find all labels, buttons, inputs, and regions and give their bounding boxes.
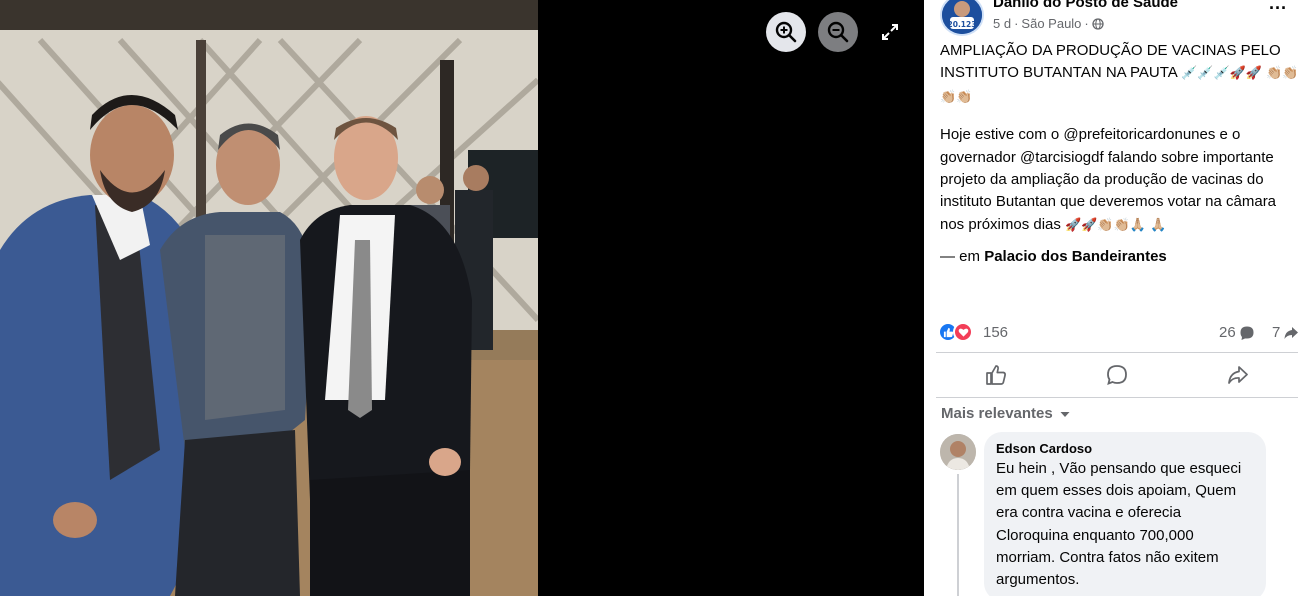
post-panel: 20.123 Danilo do Posto de Saúde 5 d · Sã…	[924, 0, 1299, 596]
share-count-icon	[1284, 326, 1299, 339]
thread-line	[957, 474, 959, 596]
divider	[936, 397, 1298, 398]
post-time[interactable]: 5 d	[993, 16, 1011, 31]
divider	[936, 352, 1298, 353]
share-icon	[1227, 366, 1248, 384]
thumbs-up-icon	[986, 365, 1007, 385]
commenter-name[interactable]: Edson Cardoso	[996, 441, 1254, 456]
comment-count-icon	[1240, 326, 1254, 340]
post-text: AMPLIAÇÃO DA PRODUÇÃO DE VACINAS PELO IN…	[940, 40, 1299, 284]
share-button[interactable]	[1183, 355, 1293, 395]
paragraph-text: Hoje estive com o @prefeitoricardonunes …	[940, 126, 1277, 233]
meta-separator: ·	[1014, 16, 1019, 31]
paragraph-emojis: 🚀🚀👏🏼👏🏼🙏🏼 🙏🏼	[1065, 217, 1167, 233]
photo-illustration	[0, 0, 538, 596]
comment-sort-label: Mais relevantes	[941, 405, 1053, 422]
post-location[interactable]: São Paulo	[1021, 16, 1081, 31]
comment-icon	[1107, 365, 1127, 385]
love-reaction-icon	[953, 322, 973, 342]
checkin-prefix: — em	[940, 248, 981, 266]
zoom-out-icon	[827, 21, 849, 43]
comment-text: Eu hein , Vão pensando que esqueci em qu…	[996, 460, 1242, 589]
comment-count-value: 26	[1219, 324, 1236, 341]
post-actions	[936, 355, 1298, 395]
reactions-bar: 156 26 7	[938, 320, 1299, 344]
zoom-in-button[interactable]	[766, 12, 806, 52]
comment-sort-dropdown[interactable]: Mais relevantes	[941, 405, 1071, 422]
post-photo[interactable]	[0, 0, 538, 596]
photo-viewer	[0, 0, 924, 596]
fullscreen-button[interactable]	[870, 12, 910, 52]
checkin-place[interactable]: Palacio dos Bandeirantes	[984, 248, 1167, 265]
commenter-avatar[interactable]	[940, 434, 976, 470]
author-avatar[interactable]: 20.123	[940, 0, 984, 36]
author-name[interactable]: Danilo do Posto de Saúde	[993, 0, 1178, 11]
comment-button[interactable]	[1062, 355, 1172, 395]
more-options-icon: ···	[1269, 0, 1287, 18]
like-button[interactable]	[941, 355, 1051, 395]
post-checkin: — em Palacio dos Bandeirantes	[940, 246, 1299, 268]
comment-count[interactable]: 26	[1219, 324, 1255, 341]
avatar-image: 20.123	[942, 0, 982, 34]
comment-bubble: Edson Cardoso Eu hein , Vão pensando que…	[984, 432, 1266, 596]
reaction-count[interactable]: 156	[983, 324, 1008, 341]
share-count-value: 7	[1272, 324, 1281, 341]
globe-icon	[1092, 17, 1104, 30]
post-paragraph: Hoje estive com o @prefeitoricardonunes …	[940, 124, 1299, 237]
post-header: 20.123 Danilo do Posto de Saúde 5 d · Sã…	[940, 0, 1290, 38]
more-options-button[interactable]: ···	[1266, 0, 1290, 22]
zoom-out-button[interactable]	[818, 12, 858, 52]
reaction-icons[interactable]	[938, 322, 973, 342]
avatar-badge: 20.123	[948, 20, 977, 29]
post-meta: 5 d · São Paulo ·	[993, 16, 1104, 31]
post-headline: AMPLIAÇÃO DA PRODUÇÃO DE VACINAS PELO IN…	[940, 40, 1299, 109]
meta-separator: ·	[1084, 16, 1089, 31]
chevron-down-icon	[1060, 411, 1070, 417]
zoom-in-icon	[775, 21, 797, 43]
share-count[interactable]: 7	[1272, 324, 1299, 341]
fullscreen-icon	[882, 24, 898, 40]
